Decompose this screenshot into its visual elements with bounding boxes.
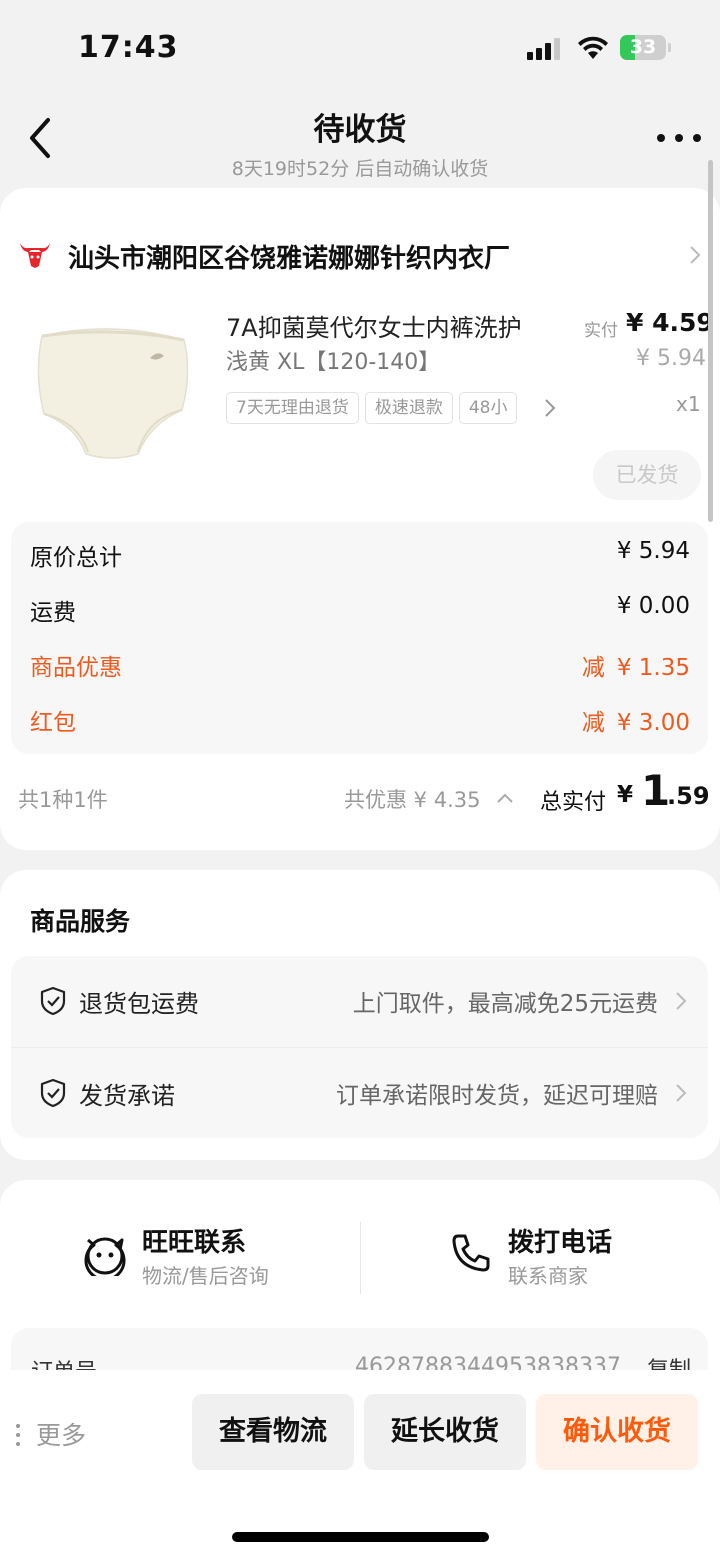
chevron-right-icon (676, 992, 687, 1010)
paid-label: 实付 (584, 321, 618, 341)
summary-label: 原价总计 (30, 545, 122, 571)
total-decimal: .59 (667, 782, 710, 810)
summary-row-shipping: 运费 ¥ 0.00 (11, 589, 708, 629)
service-title: 商品服务 (30, 907, 131, 936)
nav-header: 待收货 8天19时52分 后自动确认收货 (0, 92, 720, 184)
service-tag: 7天无理由退货 (226, 392, 359, 424)
more-menu-icon[interactable] (657, 134, 701, 144)
shield-check-icon (40, 986, 66, 1016)
product-image[interactable] (32, 314, 194, 462)
product-name[interactable]: 7A抑菌莫代尔女士内裤洗护 (226, 308, 522, 343)
wangwang-sub: 物流/售后咨询 (142, 1264, 269, 1288)
confirm-receipt-button[interactable]: 确认收货 (536, 1394, 698, 1470)
total-saving[interactable]: 共优惠 ¥ 4.35 (344, 784, 480, 814)
discount-amount: ¥ 1.35 (616, 655, 690, 681)
shipped-status-button[interactable]: 已发货 (593, 450, 701, 500)
original-price: ¥ 5.94 (636, 346, 706, 371)
call-label: 拨打电话 (508, 1228, 613, 1258)
total-label: 总实付 (540, 790, 607, 815)
summary-value: 减 ¥ 3.00 (582, 703, 690, 737)
service-item-shipping-promise[interactable]: 发货承诺 订单承诺限时发货，延迟可理赔 (11, 1047, 708, 1138)
phone-icon (452, 1234, 490, 1272)
wangwang-label: 旺旺联系 (142, 1228, 247, 1258)
home-indicator[interactable] (232, 1532, 489, 1542)
status-time: 17:43 (78, 30, 179, 65)
summary-label: 商品优惠 (30, 655, 122, 681)
order-card: 汕头市潮阳区谷饶雅诺娜娜针织内衣厂 7A抑菌莫代尔女士内裤洗护 浅黄 XL【12… (0, 188, 720, 850)
wangwang-icon (84, 1237, 126, 1276)
extend-receipt-button[interactable]: 延长收货 (364, 1394, 526, 1470)
order-total-line: 共1种1件 共优惠 ¥ 4.35 总实付 ¥ 1 .59 (0, 766, 720, 822)
battery-icon: 33 (620, 35, 666, 60)
wifi-icon (578, 36, 608, 59)
contact-divider (360, 1222, 361, 1294)
price-summary: 原价总计 ¥ 5.94 运费 ¥ 0.00 商品优惠 减 ¥ 1.35 红包 减 ¥… (11, 522, 708, 754)
page-title: 待收货 (313, 112, 407, 148)
service-tag: 48小 (458, 392, 518, 424)
service-name: 退货包运费 (79, 990, 199, 1018)
summary-row-redpacket: 红包 减 ¥ 3.00 (11, 699, 708, 739)
summary-label: 红包 (30, 710, 76, 736)
chevron-right-icon[interactable] (544, 398, 556, 418)
redpacket-amount: ¥ 3.00 (616, 710, 690, 736)
cellular-signal-icon (527, 38, 563, 60)
service-card: 商品服务 退货包运费 上门取件，最高减免25元运费 发货承诺 订单承诺限时发货，… (0, 870, 720, 1160)
product-sku: 浅黄 XL【120-140】 (226, 350, 441, 375)
call-sub: 联系商家 (508, 1264, 588, 1288)
auto-confirm-countdown: 8天19时52分 后自动确认收货 (231, 158, 489, 180)
summary-value: ¥ 0.00 (616, 593, 690, 619)
more-actions-label: 更多 (36, 1421, 87, 1450)
service-item-return-shipping[interactable]: 退货包运费 上门取件，最高减免25元运费 (11, 956, 708, 1047)
total-currency: ¥ (617, 782, 634, 808)
service-tag: 极速退款 (364, 392, 453, 424)
shield-check-icon (40, 1078, 66, 1108)
minus-label: 减 (581, 710, 605, 736)
service-list: 退货包运费 上门取件，最高减免25元运费 发货承诺 订单承诺限时发货，延迟可理赔 (11, 956, 708, 1138)
wangwang-contact-button[interactable]: 旺旺联系 物流/售后咨询 (82, 1220, 322, 1300)
battery-nub (668, 43, 671, 52)
service-tags[interactable]: 7天无理由退货 极速退款 48小 (226, 392, 556, 424)
total-integer: 1 (641, 766, 671, 815)
battery-percent: 33 (629, 36, 657, 58)
call-merchant-button[interactable]: 拨打电话 联系商家 (448, 1220, 648, 1300)
service-name: 发货承诺 (79, 1082, 175, 1110)
summary-value: 减 ¥ 1.35 (582, 648, 690, 682)
service-desc: 订单承诺限时发货，延迟可理赔 (336, 1083, 658, 1109)
service-desc: 上门取件，最高减免25元运费 (352, 991, 658, 1017)
bottom-action-bar: 更多 查看物流 延长收货 确认收货 (0, 1370, 720, 1558)
summary-label: 运费 (30, 600, 76, 626)
chevron-right-icon (690, 246, 701, 264)
vertical-dots-icon (16, 1424, 22, 1446)
chevron-up-icon[interactable] (496, 792, 514, 804)
quantity: x1 (676, 392, 701, 416)
summary-row-original: 原价总计 ¥ 5.94 (11, 534, 708, 574)
summary-value: ¥ 5.94 (616, 538, 690, 564)
shop-header[interactable]: 汕头市潮阳区谷饶雅诺娜娜针织内衣厂 (18, 236, 708, 276)
bull-logo-icon (20, 243, 50, 268)
scrollbar[interactable] (708, 160, 713, 522)
view-logistics-button[interactable]: 查看物流 (192, 1394, 354, 1470)
paid-price: ¥ 4.59 (626, 308, 714, 337)
status-bar: 17:43 33 (0, 0, 720, 92)
item-count: 共1种1件 (18, 788, 108, 812)
chevron-right-icon (676, 1084, 687, 1102)
shop-name: 汕头市潮阳区谷饶雅诺娜娜针织内衣厂 (68, 244, 511, 274)
order-detail-page: 17:43 33 待收货 8天19时52分 后自动确认收货 汕头市潮阳区谷饶雅诺… (0, 0, 720, 1558)
minus-label: 减 (581, 655, 605, 681)
summary-row-discount: 商品优惠 减 ¥ 1.35 (11, 644, 708, 684)
